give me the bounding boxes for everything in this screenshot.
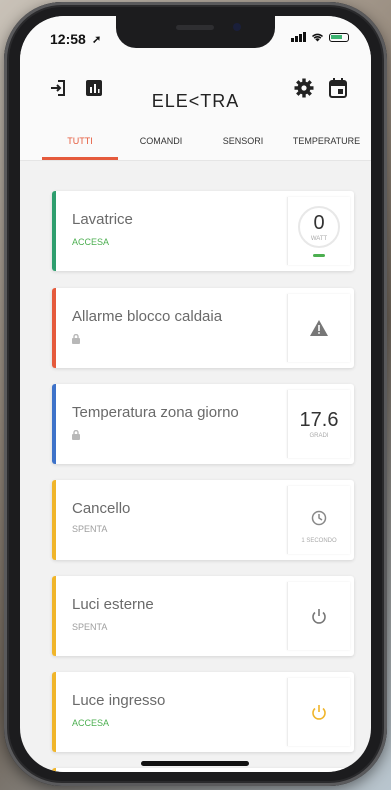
temperature-unit: GRADI — [309, 433, 329, 439]
tab-comandi[interactable]: COMANDI — [118, 122, 204, 160]
timer-button[interactable]: 1 SECONDO — [287, 486, 350, 554]
notch — [116, 16, 275, 48]
tab-tutti[interactable]: TUTTI — [42, 122, 118, 160]
status-stripe — [52, 191, 56, 271]
temperature-value: 17.6 GRADI — [287, 390, 350, 458]
phone-frame: 12:58 ➚ ELE<TRA TUTTI COMANDI SENSORI TE… — [4, 2, 387, 786]
gear-icon[interactable] — [290, 74, 318, 102]
device-title: Luce ingresso — [72, 692, 166, 709]
status-stripe — [52, 672, 56, 752]
watt-gauge[interactable]: 0 WATT — [287, 197, 350, 265]
device-title: Allarme blocco caldaia — [72, 308, 223, 325]
calendar-icon[interactable] — [324, 74, 352, 102]
watt-value: 0 — [313, 211, 325, 234]
status-stripe — [52, 576, 56, 656]
battery-icon — [329, 32, 349, 42]
tab-temperature[interactable]: TEMPERATURE — [282, 122, 371, 160]
power-toggle[interactable] — [287, 582, 350, 650]
lock-icon — [72, 430, 80, 440]
device-title: Luci esterne — [72, 596, 154, 613]
lock-icon — [72, 334, 80, 344]
tab-bar: TUTTI COMANDI SENSORI TEMPERATURE — [20, 122, 371, 161]
status-stripe — [52, 480, 56, 560]
home-indicator[interactable] — [141, 761, 249, 766]
temperature-number: 17.6 — [299, 409, 339, 431]
wifi-icon — [311, 33, 324, 42]
device-card-allarme[interactable]: Allarme blocco caldaia — [52, 288, 354, 368]
watt-unit: WATT — [310, 235, 328, 242]
device-card-partial[interactable] — [52, 768, 354, 772]
device-title: Temperatura zona giorno — [72, 404, 239, 421]
device-title: Lavatrice — [72, 211, 133, 228]
tab-sensori[interactable]: SENSORI — [204, 122, 282, 160]
device-title: Cancello — [72, 500, 131, 517]
power-toggle[interactable] — [287, 678, 350, 746]
app-screen: 12:58 ➚ ELE<TRA TUTTI COMANDI SENSORI TE… — [20, 16, 371, 772]
device-list: Lavatrice ACCESA 0 WATT Allarme blocco ca… — [20, 160, 371, 772]
status-time: 12:58 — [50, 31, 86, 47]
app-header: ELE<TRA — [20, 60, 371, 122]
power-icon — [312, 704, 326, 720]
device-card-luce-ingresso[interactable]: Luce ingresso ACCESA — [52, 672, 354, 752]
power-icon — [312, 608, 326, 624]
status-stripe — [52, 768, 56, 772]
location-icon: ➚ — [92, 34, 102, 46]
device-status: SPENTA — [72, 524, 108, 534]
device-card-luci-esterne[interactable]: Luci esterne SPENTA — [52, 576, 354, 656]
device-card-lavatrice[interactable]: Lavatrice ACCESA 0 WATT — [52, 191, 354, 271]
status-stripe — [52, 384, 56, 464]
clock-icon — [311, 510, 327, 526]
warning-icon — [287, 294, 350, 362]
device-card-temperatura[interactable]: Temperatura zona giorno 17.6 GRADI — [52, 384, 354, 464]
status-stripe — [52, 288, 56, 368]
device-status: ACCESA — [72, 718, 110, 728]
device-card-cancello[interactable]: Cancello SPENTA 1 SECONDO — [52, 480, 354, 560]
device-status: ACCESA — [72, 237, 110, 247]
status-icons — [291, 32, 349, 42]
gauge-indicator — [313, 253, 325, 257]
app-logo: ELE<TRA — [151, 91, 240, 111]
timer-label: 1 SECONDO — [301, 538, 337, 544]
signal-icon — [291, 32, 306, 42]
device-status: SPENTA — [72, 622, 108, 632]
